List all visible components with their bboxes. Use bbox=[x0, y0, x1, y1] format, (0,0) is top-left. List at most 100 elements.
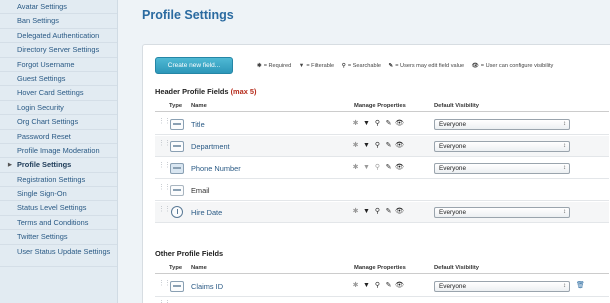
sidebar-item-terms-and-conditions[interactable]: Terms and Conditions bbox=[0, 216, 117, 231]
edit-icon[interactable]: ✎ bbox=[383, 141, 394, 149]
properties-legend: ✱ = Required ▼ = Filterable ⚲ = Searchable … bbox=[257, 63, 559, 69]
header-fields-section-title: Header Profile Fields (max 5) bbox=[155, 87, 256, 96]
search-icon[interactable]: ⚲ bbox=[372, 119, 383, 127]
required-icon[interactable]: ✱ bbox=[350, 119, 361, 127]
other-fields-column-headers: Type Name Manage Properties Default Visi… bbox=[155, 264, 609, 274]
default-visibility-select[interactable]: Everyone bbox=[434, 119, 570, 130]
filter-icon[interactable]: ▼ bbox=[361, 208, 372, 215]
legend-searchable: = Searchable bbox=[347, 63, 381, 69]
edit-icon[interactable]: ✎ bbox=[383, 119, 394, 127]
sidebar-item-guest-settings[interactable]: Guest Settings bbox=[0, 72, 117, 87]
sidebar-item-org-chart-settings[interactable]: Org Chart Settings bbox=[0, 115, 117, 130]
sidebar-item-profile-image-moderation[interactable]: Profile Image Moderation bbox=[0, 144, 117, 159]
sidebar-item-user-status-update-settings[interactable]: User Status Update Settings bbox=[0, 245, 117, 267]
default-visibility-select[interactable]: Everyone bbox=[434, 141, 570, 152]
max-fields-note: (max 5) bbox=[230, 87, 257, 96]
field-properties: ✱ ▼ ⚲ ✎ 👁 bbox=[350, 207, 405, 215]
search-icon[interactable]: ⚲ bbox=[372, 207, 383, 215]
search-icon: ⚲ bbox=[341, 63, 346, 69]
drag-handle-icon[interactable]: ⋮⋮ bbox=[158, 184, 171, 195]
column-type: Type bbox=[169, 265, 183, 271]
visibility-icon[interactable]: 👁 bbox=[394, 207, 405, 215]
visibility-icon[interactable]: 👁 bbox=[394, 281, 405, 289]
profile-fields-panel: Create new field... ✱ = Required ▼ = Filte… bbox=[142, 44, 610, 303]
field-name-link[interactable]: Title bbox=[191, 120, 205, 129]
sidebar-item-password-reset[interactable]: Password Reset bbox=[0, 130, 117, 144]
sidebar-item-status-level-settings[interactable]: Status Level Settings bbox=[0, 201, 117, 216]
phone-field-icon bbox=[170, 163, 184, 174]
sidebar-item-twitter-settings[interactable]: Twitter Settings bbox=[0, 230, 117, 245]
sidebar-item-registration-settings[interactable]: Registration Settings bbox=[0, 173, 117, 188]
text-field-icon bbox=[170, 141, 184, 152]
field-name-link[interactable]: Hire Date bbox=[191, 208, 222, 217]
field-name-link[interactable]: Claims ID bbox=[191, 282, 223, 291]
drag-handle-icon[interactable]: ⋮⋮ bbox=[158, 206, 171, 217]
search-icon[interactable]: ⚲ bbox=[372, 281, 383, 289]
other-fields-title-text: Other Profile Fields bbox=[155, 249, 224, 258]
sidebar-item-profile-settings[interactable]: Profile Settings bbox=[0, 158, 117, 173]
required-icon[interactable]: ✱ bbox=[350, 163, 361, 171]
field-name-label: Email bbox=[191, 186, 210, 195]
search-icon[interactable]: ⚲ bbox=[372, 163, 383, 171]
drag-handle-icon[interactable]: ⋮⋮ bbox=[158, 162, 171, 173]
legend-required: = Required bbox=[263, 63, 292, 69]
column-name: Name bbox=[191, 103, 207, 109]
column-default-visibility: Default Visibility bbox=[434, 103, 479, 109]
sidebar-item-delegated-authentication[interactable]: Delegated Authentication bbox=[0, 29, 117, 44]
filter-icon: ▼ bbox=[298, 63, 305, 69]
visibility-icon[interactable]: 👁 bbox=[394, 119, 405, 127]
sidebar-item-avatar-settings[interactable]: Avatar Settings bbox=[0, 0, 117, 15]
admin-sidebar: Avatar Settings Ban Settings Delegated A… bbox=[0, 0, 118, 303]
edit-icon[interactable]: ✎ bbox=[383, 281, 394, 289]
drag-handle-icon[interactable]: ⋮⋮ bbox=[158, 118, 171, 129]
edit-icon[interactable]: ✎ bbox=[383, 163, 394, 171]
sidebar-item-hover-card-settings[interactable]: Hover Card Settings bbox=[0, 86, 117, 101]
table-row: ⋮⋮ Phone Number ✱ ▼ ⚲ ✎ 👁 Everyone bbox=[155, 158, 609, 179]
table-row: ⋮⋮ Claims ID ✱▼⚲✎👁 Everyone 🗑 bbox=[155, 276, 609, 297]
text-field-icon bbox=[170, 281, 184, 292]
required-icon[interactable]: ✱ bbox=[350, 281, 361, 289]
field-properties: ✱ ▼ ⚲ ✎ 👁 bbox=[350, 141, 405, 149]
other-fields-section-title: Other Profile Fields bbox=[155, 249, 223, 258]
create-new-field-button[interactable]: Create new field... bbox=[155, 57, 233, 74]
visibility-icon[interactable]: 👁 bbox=[394, 163, 405, 171]
search-icon[interactable]: ⚲ bbox=[372, 141, 383, 149]
text-field-icon bbox=[170, 119, 184, 130]
default-visibility-select[interactable]: Everyone bbox=[434, 281, 570, 292]
drag-handle-icon[interactable]: ⋮⋮ bbox=[158, 280, 171, 291]
field-name-link[interactable]: Department bbox=[191, 142, 230, 151]
table-row: ⋮⋮ Email bbox=[155, 180, 609, 201]
field-properties: ✱ ▼ ⚲ ✎ 👁 bbox=[350, 163, 405, 171]
column-default-visibility: Default Visibility bbox=[434, 265, 479, 271]
default-visibility-select[interactable]: Everyone bbox=[434, 207, 570, 218]
table-row: ⋮⋮ Title ✱ ▼ ⚲ ✎ 👁 Everyone bbox=[155, 114, 609, 135]
edit-icon[interactable]: ✎ bbox=[383, 207, 394, 215]
sidebar-item-login-security[interactable]: Login Security bbox=[0, 101, 117, 116]
edit-icon: ✎ bbox=[388, 63, 394, 69]
sidebar-item-forgot-username[interactable]: Forgot Username bbox=[0, 58, 117, 72]
page-title: Profile Settings bbox=[142, 8, 234, 22]
filter-icon[interactable]: ▼ bbox=[361, 120, 372, 127]
header-fields-column-headers: Type Name Manage Properties Default Visi… bbox=[155, 102, 609, 112]
visibility-icon[interactable]: 👁 bbox=[394, 141, 405, 149]
filter-icon[interactable]: ▼ bbox=[361, 142, 372, 149]
sidebar-item-directory-server-settings[interactable]: Directory Server Settings bbox=[0, 43, 117, 58]
default-visibility-select[interactable]: Everyone bbox=[434, 163, 570, 174]
legend-visibility: = User can configure visibility bbox=[480, 63, 554, 69]
sidebar-item-single-sign-on[interactable]: Single Sign-On bbox=[0, 187, 117, 202]
email-field-icon bbox=[170, 185, 184, 196]
field-properties: ✱ ▼ ⚲ ✎ 👁 bbox=[350, 119, 405, 127]
field-name-link[interactable]: Phone Number bbox=[191, 164, 241, 173]
filter-icon[interactable]: ▼ bbox=[361, 282, 372, 289]
filter-icon[interactable]: ▼ bbox=[361, 164, 372, 171]
required-icon[interactable]: ✱ bbox=[350, 141, 361, 149]
column-manage-properties: Manage Properties bbox=[354, 265, 406, 271]
header-fields-title-text: Header Profile Fields bbox=[155, 87, 229, 96]
trash-icon[interactable]: 🗑 bbox=[576, 281, 585, 289]
required-icon[interactable]: ✱ bbox=[350, 207, 361, 215]
drag-handle-icon[interactable]: ⋮⋮ bbox=[158, 140, 171, 151]
table-row: ⋮⋮ Hire Date ✱ ▼ ⚲ ✎ 👁 Everyone bbox=[155, 202, 609, 223]
column-manage-properties: Manage Properties bbox=[354, 103, 406, 109]
sidebar-item-ban-settings[interactable]: Ban Settings bbox=[0, 14, 117, 29]
legend-filterable: = Filterable bbox=[306, 63, 335, 69]
